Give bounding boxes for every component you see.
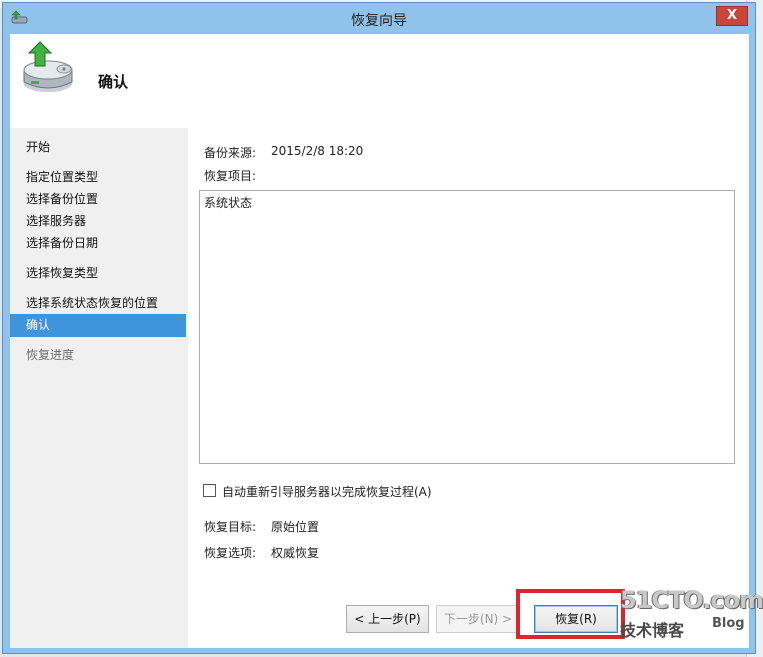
sidebar-item-backup-date[interactable]: 选择备份日期: [10, 232, 186, 255]
recovery-target-label: 恢复目标:: [204, 520, 257, 534]
window-title: 恢复向导: [351, 13, 407, 29]
sidebar-item-server[interactable]: 选择服务器: [10, 210, 186, 233]
page-title: 确认: [98, 73, 129, 91]
backup-drive-icon: [23, 41, 73, 92]
sidebar-item-start[interactable]: 开始: [10, 136, 186, 159]
backup-source-label: 备份来源:: [204, 146, 257, 160]
wizard-steps-sidebar: 开始 指定位置类型 选择备份位置 选择服务器 选择备份日期 选择恢复类型 选择系…: [10, 128, 186, 648]
recovery-option-value: 权威恢复: [271, 546, 320, 560]
sidebar-item-recovery-progress: 恢复进度: [26, 348, 75, 362]
auto-restart-checkbox[interactable]: [203, 484, 216, 497]
close-icon: X: [726, 8, 738, 23]
wizard-client-area: 确认 开始 指定位置类型 选择备份位置 选择服务器 选择备份日期 选择恢复类型 …: [10, 34, 749, 648]
recovery-target-value: 原始位置: [271, 520, 320, 534]
backup-source-value: 2015/2/8 18:20: [271, 144, 364, 158]
recovery-items-label: 恢复项目:: [204, 169, 257, 183]
sidebar-item-system-state-location[interactable]: 选择系统状态恢复的位置: [10, 292, 186, 315]
wizard-header: 确认: [10, 34, 749, 128]
sidebar-item-location-type[interactable]: 指定位置类型: [10, 166, 186, 189]
list-item: 系统状态: [204, 196, 253, 210]
sidebar-item-confirm[interactable]: 确认: [10, 314, 186, 337]
watermark: 51CTO.com 技术博客 Blog: [620, 586, 763, 642]
back-button[interactable]: < 上一步(P): [346, 605, 429, 633]
recovery-wizard-window: 恢复向导 X 确认 开始 指定位置类型 选择备份位置 选择服务器 选择备份日期 …: [2, 2, 756, 654]
auto-restart-label[interactable]: 自动重新引导服务器以完成恢复过程(A): [222, 483, 432, 500]
title-bar[interactable]: 恢复向导 X: [3, 3, 755, 34]
highlight-box: [516, 589, 625, 639]
watermark-blog: Blog: [712, 616, 745, 631]
recovery-option-label: 恢复选项:: [204, 546, 257, 560]
recovery-items-list[interactable]: 系统状态: [199, 190, 735, 464]
confirmation-panel: 备份来源: 2015/2/8 18:20 恢复项目: 系统状态 自动重新引导服务…: [188, 128, 749, 648]
close-button[interactable]: X: [716, 6, 748, 26]
sidebar-item-backup-location[interactable]: 选择备份位置: [10, 188, 186, 211]
watermark-site: 51CTO.com: [620, 586, 763, 614]
sidebar-item-recovery-type[interactable]: 选择恢复类型: [10, 262, 186, 285]
watermark-subtitle: 技术博客: [620, 621, 685, 640]
next-button: 下一步(N) >: [436, 605, 520, 633]
